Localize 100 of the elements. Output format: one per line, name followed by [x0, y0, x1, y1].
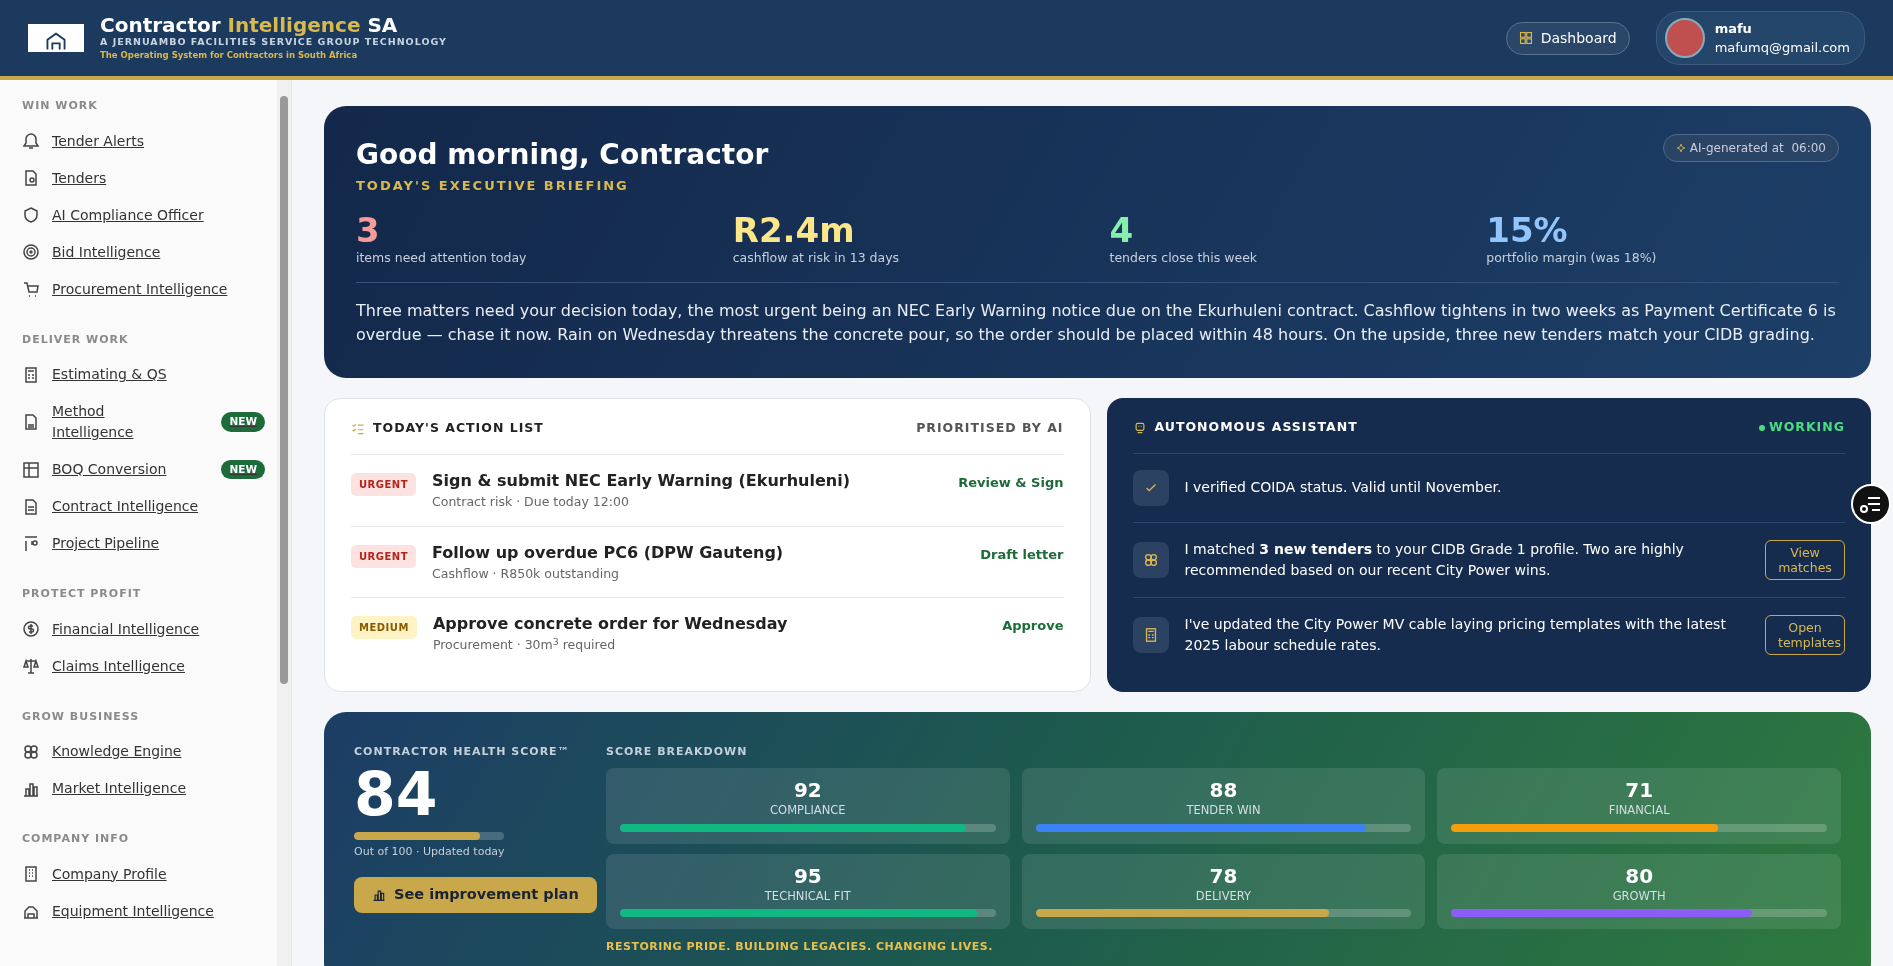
- sidebar-link[interactable]: Project Pipeline: [22, 525, 265, 562]
- stat-value: 3: [356, 211, 381, 249]
- document-icon: [22, 413, 40, 431]
- sidebar-link[interactable]: Procurement Intelligence: [22, 270, 265, 308]
- briefing-summary: Three matters need your decision today, the most urgent being an NEC Early Warning notice due on the Ekurhuleni contract. Cashflow tightens in two weeks as Payment Certificate 6 is overdue — chase it now. Rain on Wednesday threatens the concrete pour, so the order should be placed within 48 hours. On the upside, three new tenders match your CIDB grading.: [356, 281, 1839, 349]
- sidebar-link[interactable]: Knowledge Engine: [22, 733, 265, 770]
- scrollbar-thumb[interactable]: [280, 96, 288, 684]
- action-title: Sign & submit NEC Early Warning (Ekurhuleni): [432, 470, 850, 492]
- score-label: COMPLIANCE: [769, 802, 847, 820]
- action-title: Approve concrete order for Wednesday: [432, 613, 788, 636]
- stat-label: cashflow at risk in 13 days: [732, 248, 901, 267]
- brand-tagline: The Operating System for Contractors in South Africa: [100, 48, 359, 62]
- assistant-message: I matched 3 new tenders to your CIDB Grade 1 profile. Two are highly recommended based on our recent City Power wins.: [1184, 540, 1685, 580]
- stat-label: items need attention today: [356, 248, 528, 267]
- health-caption: Out of 100 · Updated today: [354, 844, 506, 861]
- action-link[interactable]: Approve: [1002, 616, 1064, 636]
- score-label: TECHNICAL FIT: [763, 887, 852, 905]
- greeting: Good morning, Contractor: [356, 137, 769, 173]
- health-score: 84: [354, 764, 439, 825]
- user-name: mafu: [1714, 19, 1753, 38]
- brain-icon: [22, 742, 40, 761]
- score-value: 92: [792, 778, 823, 803]
- sidebar-link[interactable]: BOQ Conversion NEW: [22, 451, 265, 488]
- stat-value: R2.4m: [732, 211, 856, 249]
- action-link[interactable]: Review & Sign: [958, 473, 1064, 493]
- sidebar-link[interactable]: AI Compliance Officer: [22, 196, 265, 234]
- cart-icon: [22, 280, 40, 298]
- brain-icon: [1142, 552, 1159, 568]
- score-label: DELIVERY: [1194, 887, 1253, 905]
- sidebar-link[interactable]: Market Intelligence: [22, 770, 265, 807]
- action-meta: Procurement · 30m$^{3}$ required: [432, 636, 617, 655]
- priority-tag: MEDIUM: [351, 616, 417, 640]
- grid-icon: [1518, 31, 1533, 45]
- pipeline-icon: [22, 534, 40, 553]
- sidebar-link[interactable]: Bid Intelligence: [22, 233, 265, 271]
- score-value: 80: [1624, 863, 1655, 888]
- health-title: CONTRACTOR HEALTH SCORE™: [354, 744, 571, 760]
- stat-value: 4: [1109, 211, 1135, 249]
- avatar: [1664, 18, 1705, 58]
- sidebar-link[interactable]: Tenders: [22, 159, 265, 197]
- action-title: Follow up overdue PC6 (DPW Gauteng): [432, 541, 784, 564]
- status-label: WORKING: [1758, 418, 1845, 437]
- sparkle-icon: [1675, 143, 1686, 153]
- score-label: TENDER WIN: [1185, 802, 1262, 820]
- card-title: TODAY'S ACTION LIST: [373, 419, 544, 438]
- section-heading: WIN WORK: [22, 98, 99, 114]
- dollar-icon: [22, 620, 40, 638]
- stat-value: 15%: [1486, 211, 1569, 249]
- action-link[interactable]: Draft letter: [980, 544, 1064, 565]
- slogan: RESTORING PRIDE. BUILDING LEGACIES. CHANGING LIVES.: [606, 939, 994, 955]
- card-note: PRIORITISED BY AI: [916, 419, 1064, 438]
- card-title: AUTONOMOUS ASSISTANT: [1154, 418, 1358, 437]
- assistant-action-button[interactable]: View matches: [1765, 540, 1845, 580]
- sidebar-link[interactable]: Tender Alerts: [22, 122, 265, 160]
- logo-icon: [28, 24, 84, 52]
- calculator-icon: [22, 365, 40, 384]
- sidebar-link[interactable]: Claims Intelligence: [22, 647, 265, 685]
- section-heading: GROW BUSINESS: [22, 708, 141, 725]
- assistant-message: I've updated the City Power MV cable laying pricing templates with the latest 2025 labour schedule rates.: [1184, 615, 1727, 655]
- target-icon: [22, 243, 40, 261]
- sidebar-link[interactable]: Contract Intelligence: [22, 488, 265, 525]
- brand-subtitle: A JERNUAMBO FACILITIES SERVICE GROUP TECHNOLOGY: [100, 35, 447, 49]
- improvement-plan-button[interactable]: See improvement plan: [354, 877, 597, 913]
- list-menu-icon[interactable]: [1851, 484, 1891, 524]
- robot-icon: [1132, 420, 1147, 435]
- score-label: FINANCIAL: [1607, 802, 1671, 820]
- action-meta: Contract risk · Due today 12:00: [432, 493, 630, 511]
- document-search-icon: [22, 169, 40, 187]
- sidebar-link[interactable]: Equipment Intelligence: [22, 892, 265, 930]
- sidebar-link[interactable]: Estimating & QS: [22, 356, 265, 393]
- user-menu[interactable]: mafu mafumq@gmail.com: [1655, 11, 1865, 65]
- building-icon: [22, 865, 40, 883]
- briefing-subtitle: TODAY'S EXECUTIVE BRIEFING: [356, 177, 630, 195]
- score-value: 78: [1208, 863, 1239, 888]
- section-heading: DELIVER WORK: [22, 331, 130, 348]
- breakdown-title: SCORE BREAKDOWN: [606, 744, 749, 760]
- shield-icon: [22, 206, 40, 224]
- sidebar-link[interactable]: Company Profile: [22, 855, 265, 893]
- priority-tag: URGENT: [351, 473, 417, 496]
- assistant-action-button[interactable]: Open templates: [1765, 615, 1845, 655]
- action-meta: Cashflow · R850k outstanding: [432, 564, 621, 583]
- ai-generated-badge: AI-generated at 06:00: [1662, 134, 1839, 162]
- bar-chart-icon: [372, 887, 386, 902]
- new-badge: NEW: [221, 412, 265, 432]
- table-icon: [22, 460, 40, 479]
- score-label: GROWTH: [1611, 887, 1667, 905]
- assistant-message: I verified COIDA status. Valid until November.: [1184, 478, 1502, 498]
- score-value: 71: [1624, 778, 1655, 803]
- score-value: 88: [1208, 778, 1239, 803]
- checklist-icon: [351, 421, 365, 436]
- sidebar-link[interactable]: Financial Intelligence: [22, 610, 265, 648]
- brand-title: Contractor Intelligence SA: [100, 14, 399, 35]
- bell-icon: [22, 132, 40, 150]
- score-value: 95: [792, 863, 823, 888]
- section-heading: PROTECT PROFIT: [22, 586, 143, 602]
- sidebar-link[interactable]: Method Intelligence NEW: [22, 393, 265, 451]
- scales-icon: [22, 657, 40, 675]
- dashboard-button[interactable]: Dashboard: [1505, 21, 1630, 55]
- new-badge: NEW: [221, 459, 265, 480]
- section-heading: COMPANY INFO: [22, 831, 131, 847]
